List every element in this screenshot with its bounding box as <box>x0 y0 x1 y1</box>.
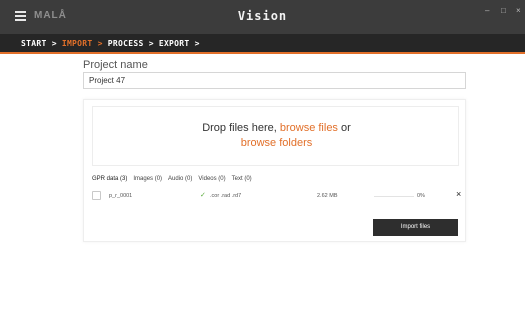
step-export[interactable]: EXPORT > <box>159 39 200 48</box>
project-name-input[interactable]: Project 47 <box>83 72 466 89</box>
title-bar: MALÅ Vision – □ × <box>0 0 525 34</box>
step-start[interactable]: START > <box>21 39 57 48</box>
progress-percent: 0% <box>417 193 425 199</box>
tab-text[interactable]: Text (0) <box>232 176 252 182</box>
import-panel: Drop files here, browse files or browse … <box>83 99 466 242</box>
tab-gpr-data[interactable]: GPR data (3) <box>92 176 127 182</box>
step-import[interactable]: IMPORT > <box>62 39 103 48</box>
file-type-tabs: GPR data (3) Images (0) Audio (0) Videos… <box>92 176 258 182</box>
file-checkbox[interactable] <box>92 191 101 200</box>
file-name: p_r_0001 <box>109 193 133 199</box>
tab-images[interactable]: Images (0) <box>133 176 162 182</box>
browse-folders-link[interactable]: browse folders <box>241 137 313 149</box>
minimize-button[interactable]: – <box>485 6 489 15</box>
file-row: p_r_0001 ✓ .cor .rad .rd7 2.62 MB 0% × <box>92 189 461 202</box>
close-window-button[interactable]: × <box>516 6 521 15</box>
maximize-button[interactable]: □ <box>501 6 506 15</box>
file-extensions: .cor .rad .rd7 <box>210 193 242 199</box>
app-title: Vision <box>237 9 288 23</box>
drop-zone[interactable]: Drop files here, browse files or browse … <box>92 106 459 166</box>
progress-bar <box>374 196 414 197</box>
step-process[interactable]: PROCESS > <box>108 39 154 48</box>
tab-audio[interactable]: Audio (0) <box>168 176 192 182</box>
tab-videos[interactable]: Videos (0) <box>198 176 225 182</box>
close-icon[interactable]: × <box>456 189 461 199</box>
project-name-label: Project name <box>83 59 148 71</box>
import-files-button[interactable]: Import files <box>373 219 458 236</box>
checkmark-icon: ✓ <box>200 192 206 199</box>
browse-files-link[interactable]: browse files <box>280 122 338 134</box>
or-text: or <box>341 122 351 134</box>
file-size: 2.62 MB <box>317 193 338 199</box>
wizard-bar: START > IMPORT > PROCESS > EXPORT > <box>0 34 525 54</box>
drop-text: Drop files here, <box>202 122 277 134</box>
